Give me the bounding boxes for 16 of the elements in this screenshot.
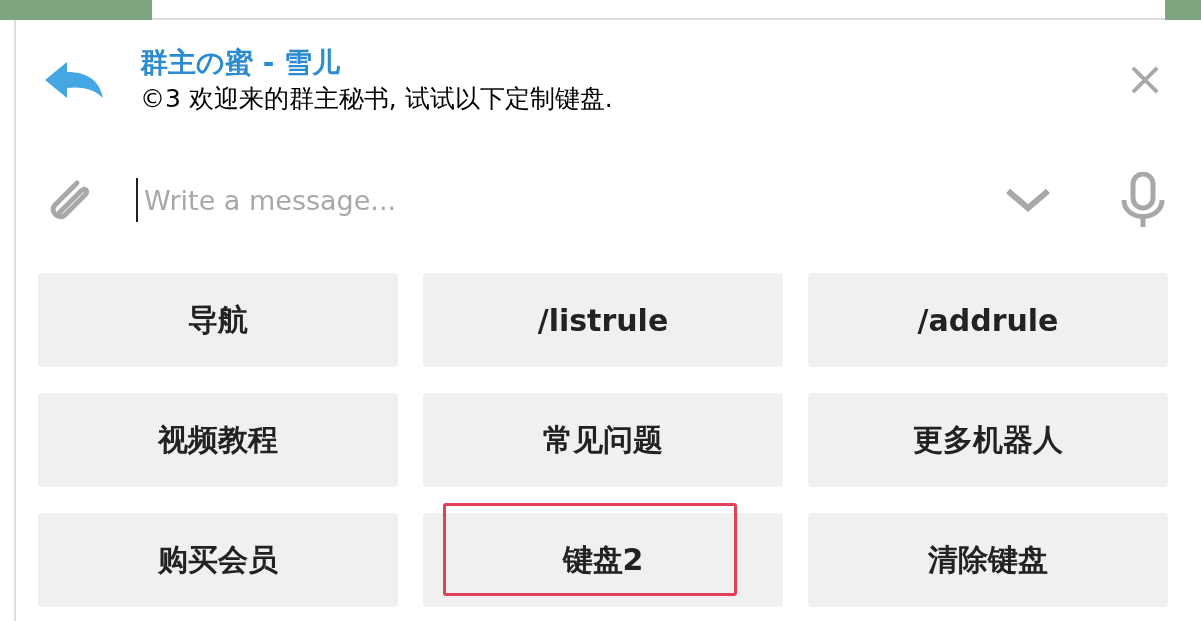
background-panel — [1165, 0, 1201, 20]
keyboard-button[interactable]: 视频教程 — [38, 393, 398, 487]
keyboard-button[interactable]: 清除键盘 — [808, 513, 1168, 607]
keyboard-button[interactable]: 购买会员 — [38, 513, 398, 607]
keyboard-button[interactable]: 键盘2 — [423, 513, 783, 607]
keyboard-button[interactable]: /listrule — [423, 273, 783, 367]
reply-title: 群主の蜜 - 雪儿 — [140, 45, 342, 81]
chevron-down-icon[interactable] — [1005, 188, 1051, 212]
keyboard-button[interactable]: 导航 — [38, 273, 398, 367]
keyboard-button[interactable]: 更多机器人 — [808, 393, 1168, 487]
reply-icon — [45, 62, 103, 98]
close-icon[interactable] — [1131, 66, 1159, 94]
microphone-icon[interactable] — [1121, 172, 1165, 228]
reply-message: ©3 欢迎来的群主秘书, 试试以下定制键盘. — [140, 83, 614, 115]
keyboard-button[interactable]: /addrule — [808, 273, 1168, 367]
keyboard-button[interactable]: 常见问题 — [423, 393, 783, 487]
